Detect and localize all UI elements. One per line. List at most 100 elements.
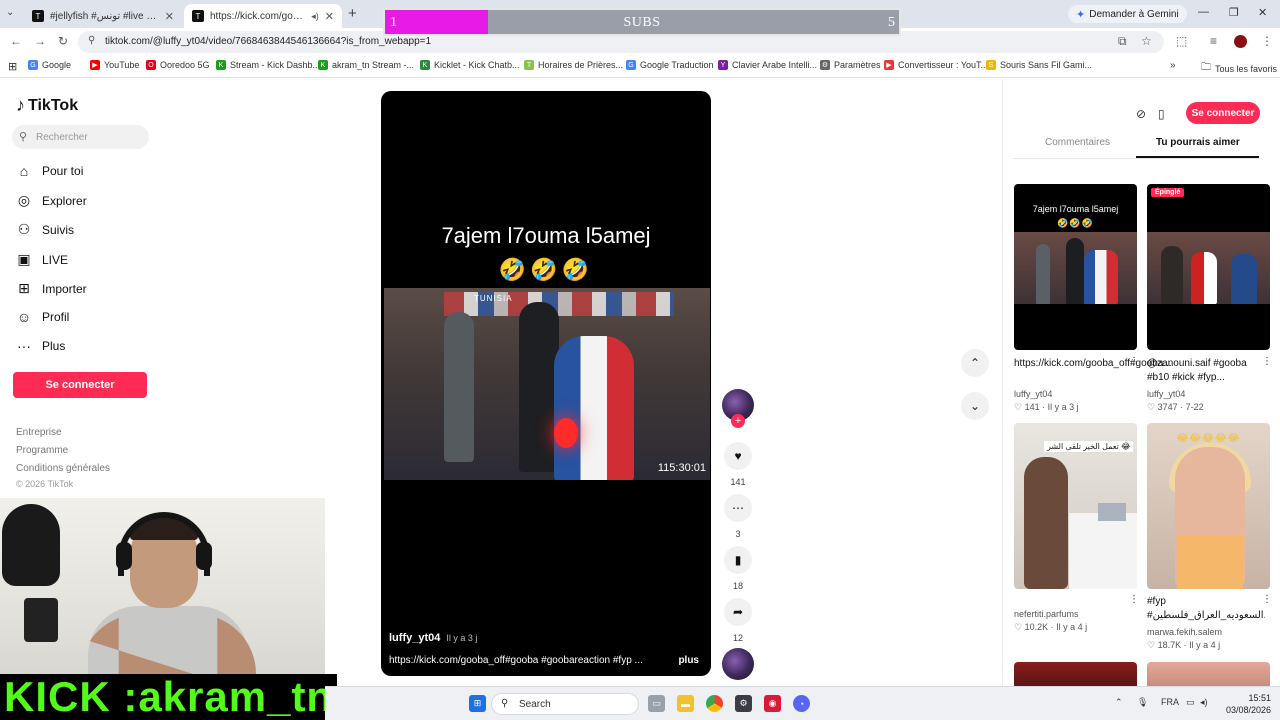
video-caption[interactable]: https://kick.com/gooba_off#gooba #goobar… [389, 655, 649, 666]
compass-icon[interactable]: ⊘ [1136, 107, 1146, 121]
menu-kebab-icon[interactable]: ⋮ [1261, 34, 1273, 48]
all-bookmarks-folder[interactable]: 🗀 Tous les favoris [1201, 60, 1277, 77]
sidebar-item-profil[interactable]: ☺ Profil [16, 309, 70, 325]
card-title[interactable]: @zanouni.saif #gooba #b10 #kick #fyp... [1147, 357, 1267, 385]
back-icon[interactable]: ← [10, 34, 22, 48]
volume-icon[interactable]: ◂) [1200, 697, 1208, 708]
video-player[interactable]: 7ajem l7ouma l5amej 🤣🤣🤣 TUNISIA 115:30:0… [381, 91, 711, 676]
bookmark-item[interactable]: O Ooredoo 5G [146, 60, 210, 70]
speaker-icon[interactable]: ◂) [311, 11, 319, 22]
footer-link[interactable]: Entreprise [16, 427, 62, 438]
maximize-icon[interactable]: ❐ [1229, 6, 1239, 19]
gemini-button[interactable]: ✦ Demander à Gemini [1068, 5, 1187, 23]
share-button[interactable]: ➦ [724, 598, 752, 626]
footer-link[interactable]: Programme [16, 445, 68, 456]
card-more-icon[interactable]: ⋮ [1129, 356, 1139, 367]
bookmark-item[interactable]: G Google Traduction [626, 60, 714, 70]
recommended-video-thumb[interactable]: Épinglé [1147, 184, 1270, 350]
search-box[interactable]: ⚲ [12, 125, 149, 149]
card-more-icon[interactable]: ⋮ [1262, 356, 1272, 367]
site-info-icon[interactable]: ⚲ [88, 35, 95, 46]
next-video-button[interactable]: ⌄ [961, 392, 989, 420]
recommended-video-thumb[interactable] [1147, 662, 1270, 686]
task-view-icon[interactable]: ▭ [648, 695, 665, 712]
tab-you-may-like[interactable]: Tu pourrais aimer [1156, 137, 1240, 148]
follow-plus-icon[interactable]: + [731, 414, 745, 428]
bookmark-item[interactable]: Y Clavier Arabe Intelli... [718, 60, 817, 70]
bookmark-item[interactable]: Kakram_tn Stream -... [318, 60, 414, 70]
profile-avatar[interactable] [1234, 35, 1247, 48]
card-author[interactable]: luffy_yt04 [1014, 389, 1052, 399]
sidebar-item-live[interactable]: ▣ LIVE [16, 251, 68, 268]
browser-tab-1[interactable]: T #jellyfish #تونس #live #foryou ✕ [24, 4, 182, 28]
reload-icon[interactable]: ↻ [58, 34, 68, 48]
chrome-icon[interactable] [706, 695, 723, 712]
close-tab-icon[interactable]: ✕ [325, 10, 334, 23]
card-author[interactable]: luffy_yt04 [1147, 389, 1185, 399]
recommended-video-thumb[interactable]: تعمل الخير تلقى الشر 😂 [1014, 423, 1137, 589]
author-name[interactable]: luffy_yt04 [389, 632, 440, 644]
forward-icon[interactable]: → [34, 34, 46, 48]
mobile-icon[interactable]: ▯ [1158, 107, 1165, 121]
sidebar-item-importer[interactable]: ⊞ Importer [16, 280, 87, 297]
bookmark-item[interactable]: K Stream - Kick Dashb... [216, 60, 320, 70]
taskbar-clock[interactable]: 15:51 03/08/2026 [1211, 692, 1271, 716]
login-button[interactable]: Se connecter [13, 372, 147, 398]
extensions-icon[interactable]: ⬚ [1176, 34, 1187, 48]
close-tab-icon[interactable]: ✕ [165, 10, 174, 23]
bookmark-item[interactable]: S Souris Sans Fil Gami... [986, 60, 1092, 70]
browser-tab-2[interactable]: T https://kick.com/gooba_off ◂) ✕ [184, 4, 342, 28]
new-tab-button[interactable]: + [348, 5, 357, 22]
card-more-icon[interactable]: ⋮ [1129, 594, 1139, 605]
card-more-icon[interactable]: ⋮ [1262, 594, 1272, 605]
card-title[interactable]: #fyp #السعوديه_العراق_فلسطين... [1147, 595, 1265, 623]
language-indicator[interactable]: FRA [1161, 697, 1179, 707]
bookmark-item[interactable]: G Google [28, 60, 71, 70]
sidebar-item-explorer[interactable]: ◎ Explorer [16, 192, 87, 209]
tab-comments[interactable]: Commentaires [1045, 137, 1110, 148]
card-author[interactable]: nefertiti.parfums [1014, 609, 1079, 619]
app-icon[interactable]: ⚙ [735, 695, 752, 712]
footer-link[interactable]: Conditions générales [16, 463, 110, 474]
app-icon[interactable]: ◉ [764, 695, 781, 712]
taskbar-search[interactable]: ⚲ Search [491, 693, 639, 715]
save-button[interactable]: ▮ [724, 546, 752, 574]
bookmark-item[interactable]: ▶ YouTube [90, 60, 139, 70]
windows-start-icon[interactable]: ⊞ [469, 695, 486, 712]
tiktok-logo[interactable]: ♪ TikTok [16, 95, 78, 116]
apps-grid-icon[interactable]: ⊞ [8, 60, 17, 73]
like-button[interactable]: ♥ [724, 442, 752, 470]
card-title[interactable]: https://kick.com/gooba_off#gooba... [1014, 357, 1172, 371]
caption-more-link[interactable]: plus [678, 655, 699, 666]
bookmark-star-icon[interactable]: ☆ [1141, 34, 1152, 48]
network-icon[interactable]: ▭ [1186, 697, 1195, 708]
card-author[interactable]: marwa.fekih.salem [1147, 627, 1222, 637]
tray-chevron-up-icon[interactable]: ⌃ [1115, 697, 1123, 708]
sound-disc-avatar[interactable] [722, 648, 754, 680]
bookmark-item[interactable]: ⚙ Paramètres [820, 60, 881, 70]
bookmark-item[interactable]: T Horaires de Prières... [524, 60, 623, 70]
bookmark-item[interactable]: ▶ Convertisseur : YouT... [884, 60, 988, 70]
recommended-video-thumb[interactable]: 7ajem l7ouma l5amej 🤣🤣🤣 [1014, 184, 1137, 350]
bookmark-item[interactable]: K Kicklet - Kick Chatb... [420, 60, 520, 70]
sidebar-item-pour-toi[interactable]: ⌂ Pour toi [16, 163, 84, 179]
login-button-top[interactable]: Se connecter [1186, 102, 1260, 124]
previous-video-button[interactable]: ⌃ [961, 349, 989, 377]
comment-button[interactable]: ⋯ [724, 494, 752, 522]
close-window-icon[interactable]: ✕ [1258, 6, 1267, 19]
file-explorer-icon[interactable]: ▬ [677, 695, 694, 712]
recommended-video-thumb[interactable] [1014, 662, 1137, 686]
discord-icon[interactable]: ◔ [793, 695, 810, 712]
tab-search-icon[interactable]: ⌄ [6, 7, 14, 18]
search-input[interactable] [36, 128, 144, 146]
sidebar-item-plus[interactable]: ··· Plus [16, 338, 65, 354]
minimize-icon[interactable]: — [1198, 6, 1209, 18]
recommended-video-thumb[interactable]: 😂😂😂😂😂 [1147, 423, 1270, 589]
media-controls-icon[interactable]: ≡ [1210, 34, 1217, 48]
video-author[interactable]: luffy_yt04 Il y a 3 j [389, 632, 477, 644]
more-bookmarks-icon[interactable]: » [1170, 60, 1176, 71]
url-text[interactable]: tiktok.com/@luffy_yt04/video/76684638445… [105, 36, 431, 47]
sidebar-item-suivis[interactable]: ⚇ Suivis [16, 221, 74, 238]
cast-icon[interactable]: ⧉ [1118, 34, 1127, 49]
microphone-icon[interactable]: 🎙 [1137, 697, 1148, 708]
